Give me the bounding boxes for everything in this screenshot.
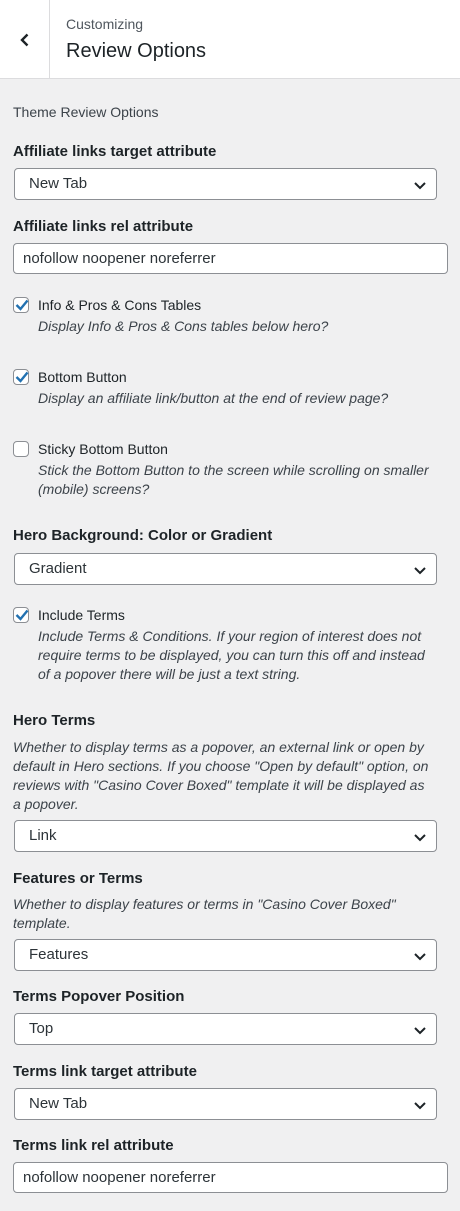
chevron-down-icon [414,567,426,575]
page-title: Review Options [66,40,207,62]
popover-position-value: Top [29,1020,54,1037]
hero-terms-select[interactable]: Link [14,820,437,852]
include-terms-desc-line: require terms to be displayed, you can t… [38,647,425,663]
terms-rel-label: Terms link rel attribute [13,1137,174,1154]
info-tables-checkbox[interactable] [13,297,29,313]
include-terms-checkbox[interactable] [13,607,29,623]
hero-background-value: Gradient [29,560,87,577]
checkmark-icon [15,371,29,383]
affiliate-target-label: Affiliate links target attribute [13,143,217,160]
chevron-left-icon [19,33,28,46]
features-terms-description: Whether to display features or terms in … [13,895,453,933]
affiliate-rel-input[interactable]: nofollow noopener noreferrer [13,243,448,274]
chevron-down-icon [414,953,426,961]
chevron-down-icon [414,1027,426,1035]
info-tables-label[interactable]: Info & Pros & Cons Tables [38,297,201,313]
header-subtitle: Customizing [66,16,144,32]
terms-target-select[interactable]: New Tab [14,1088,437,1120]
affiliate-rel-label: Affiliate links rel attribute [13,218,194,235]
include-terms-label[interactable]: Include Terms [38,607,125,623]
hero-background-label: Hero Background: Color or Gradient [13,527,273,544]
features-terms-desc-line: template. [13,915,71,931]
checkmark-icon [15,609,29,621]
info-tables-description: Display Info & Pros & Cons tables below … [38,318,329,334]
features-terms-value: Features [29,946,89,963]
features-terms-select[interactable]: Features [14,939,437,971]
checkmark-icon [15,299,29,311]
hero-terms-desc-line: a popover. [13,796,79,812]
sticky-desc-line: Stick the Bottom Button to the screen wh… [38,462,429,478]
hero-terms-desc-line: default in Hero sections. If you choose … [13,758,429,774]
affiliate-target-select[interactable]: New Tab [14,168,437,200]
chevron-down-icon [414,834,426,842]
section-title: Theme Review Options [13,104,159,120]
features-terms-desc-line: Whether to display features or terms in … [13,896,396,912]
hero-background-select[interactable]: Gradient [14,553,437,585]
features-terms-label: Features or Terms [13,870,143,887]
hero-terms-desc-line: Whether to display terms as a popover, a… [13,739,424,755]
popover-position-label: Terms Popover Position [13,988,185,1005]
affiliate-target-value: New Tab [29,175,88,192]
hero-terms-desc-line: reviews with "Casino Cover Boxed" templa… [13,777,425,793]
bottom-button-description: Display an affiliate link/button at the … [38,390,389,406]
back-button[interactable] [0,0,50,79]
hero-terms-label: Hero Terms [13,712,96,729]
customizer-header: Customizing Review Options [0,0,460,79]
sticky-button-description: Stick the Bottom Button to the screen wh… [38,461,453,499]
bottom-button-checkbox[interactable] [13,369,29,385]
hero-terms-value: Link [29,827,57,844]
terms-target-value: New Tab [29,1095,88,1112]
include-terms-description: Include Terms & Conditions. If your regi… [38,627,453,684]
popover-position-select[interactable]: Top [14,1013,437,1045]
terms-rel-input[interactable]: nofollow noopener noreferrer [13,1162,448,1193]
sticky-button-checkbox[interactable] [13,441,29,457]
hero-terms-description: Whether to display terms as a popover, a… [13,738,453,814]
include-terms-desc-line: of a popover there will be just a text s… [38,666,301,682]
terms-target-label: Terms link target attribute [13,1063,197,1080]
sticky-button-label[interactable]: Sticky Bottom Button [38,441,168,457]
sticky-desc-line: (mobile) screens? [38,481,150,497]
bottom-button-label[interactable]: Bottom Button [38,369,127,385]
chevron-down-icon [414,1102,426,1110]
chevron-down-icon [414,182,426,190]
include-terms-desc-line: Include Terms & Conditions. If your regi… [38,628,422,644]
